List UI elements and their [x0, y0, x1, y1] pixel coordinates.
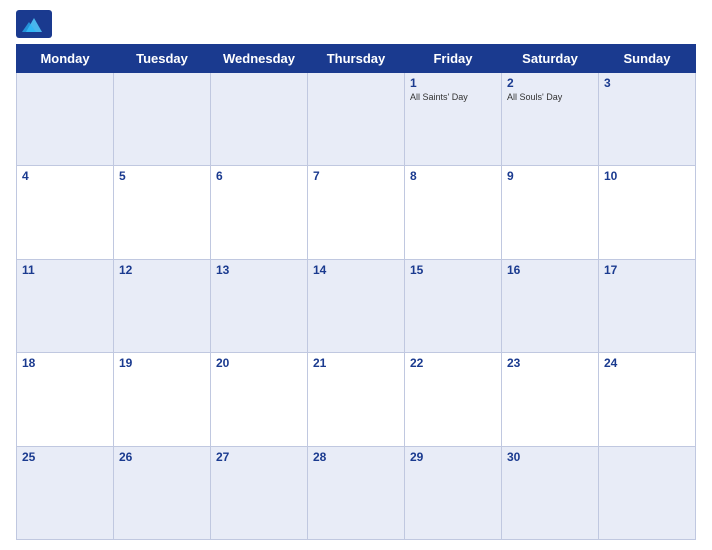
- calendar-cell: [114, 73, 211, 166]
- day-number: 4: [22, 169, 108, 183]
- day-header-tuesday: Tuesday: [114, 45, 211, 73]
- day-number: 26: [119, 450, 205, 464]
- day-number: 8: [410, 169, 496, 183]
- day-number: 18: [22, 356, 108, 370]
- calendar-cell: 10: [599, 166, 696, 259]
- day-number: 12: [119, 263, 205, 277]
- week-row-2: 456789 10: [17, 166, 696, 259]
- calendar-cell: 2 All Souls' Day: [502, 73, 599, 166]
- day-number: 25: [22, 450, 108, 464]
- calendar-cell: 4: [17, 166, 114, 259]
- calendar-cell: 3: [599, 73, 696, 166]
- day-header-wednesday: Wednesday: [211, 45, 308, 73]
- calendar-cell: 23: [502, 353, 599, 446]
- week-row-1: 1 All Saints' Day 2 All Souls' Day 3: [17, 73, 696, 166]
- week-row-4: 18 19 20 21 22 23 24: [17, 353, 696, 446]
- day-header-thursday: Thursday: [308, 45, 405, 73]
- calendar-cell: [211, 73, 308, 166]
- calendar-cell: [17, 73, 114, 166]
- day-header-monday: Monday: [17, 45, 114, 73]
- calendar-cell: 14: [308, 259, 405, 352]
- day-number: 24: [604, 356, 690, 370]
- calendar-cell: 20: [211, 353, 308, 446]
- day-header-saturday: Saturday: [502, 45, 599, 73]
- day-header-friday: Friday: [405, 45, 502, 73]
- calendar-header: [16, 10, 696, 38]
- day-number: 27: [216, 450, 302, 464]
- calendar-cell: 22: [405, 353, 502, 446]
- day-number: 19: [119, 356, 205, 370]
- day-number: 16: [507, 263, 593, 277]
- day-number: 20: [216, 356, 302, 370]
- day-header-sunday: Sunday: [599, 45, 696, 73]
- calendar-cell: 5: [114, 166, 211, 259]
- day-number: 9: [507, 169, 593, 183]
- day-number: 15: [410, 263, 496, 277]
- calendar-cell: 1 All Saints' Day: [405, 73, 502, 166]
- calendar-cell: 12: [114, 259, 211, 352]
- calendar-cell: 8: [405, 166, 502, 259]
- day-number: 11: [22, 263, 108, 277]
- day-number: 22: [410, 356, 496, 370]
- day-number: 3: [604, 76, 690, 90]
- calendar-cell: 16: [502, 259, 599, 352]
- logo: [16, 10, 56, 38]
- day-number: 2: [507, 76, 593, 90]
- calendar-cell: 28: [308, 446, 405, 539]
- week-row-3: 11 12 13 14 15 16 17: [17, 259, 696, 352]
- days-header-row: MondayTuesdayWednesdayThursdayFridaySatu…: [17, 45, 696, 73]
- day-number: 6: [216, 169, 302, 183]
- day-number: 23: [507, 356, 593, 370]
- logo-icon: [16, 10, 52, 38]
- calendar-cell: 29: [405, 446, 502, 539]
- day-number: 29: [410, 450, 496, 464]
- calendar-cell: 15: [405, 259, 502, 352]
- calendar-cell: 18: [17, 353, 114, 446]
- calendar-cell: 17: [599, 259, 696, 352]
- day-number: 28: [313, 450, 399, 464]
- calendar-cell: 19: [114, 353, 211, 446]
- event-label: All Souls' Day: [507, 92, 593, 104]
- event-label: All Saints' Day: [410, 92, 496, 104]
- calendar-cell: 6: [211, 166, 308, 259]
- day-number: 13: [216, 263, 302, 277]
- calendar-cell: 7: [308, 166, 405, 259]
- calendar-cell: 13: [211, 259, 308, 352]
- calendar-cell: 11: [17, 259, 114, 352]
- week-row-5: 25 26 27 28 29 30: [17, 446, 696, 539]
- calendar-page: MondayTuesdayWednesdayThursdayFridaySatu…: [0, 0, 712, 550]
- calendar-cell: 27: [211, 446, 308, 539]
- calendar-cell: 30: [502, 446, 599, 539]
- day-number: 21: [313, 356, 399, 370]
- day-number: 7: [313, 169, 399, 183]
- calendar-table: MondayTuesdayWednesdayThursdayFridaySatu…: [16, 44, 696, 540]
- day-number: 30: [507, 450, 593, 464]
- calendar-cell: 9: [502, 166, 599, 259]
- day-number: 1: [410, 76, 496, 90]
- day-number: 5: [119, 169, 205, 183]
- day-number: 17: [604, 263, 690, 277]
- calendar-cell: 24: [599, 353, 696, 446]
- day-number: 14: [313, 263, 399, 277]
- calendar-cell: 25: [17, 446, 114, 539]
- calendar-cell: 21: [308, 353, 405, 446]
- calendar-cell: [599, 446, 696, 539]
- calendar-cell: [308, 73, 405, 166]
- calendar-cell: 26: [114, 446, 211, 539]
- day-number: 10: [604, 169, 690, 183]
